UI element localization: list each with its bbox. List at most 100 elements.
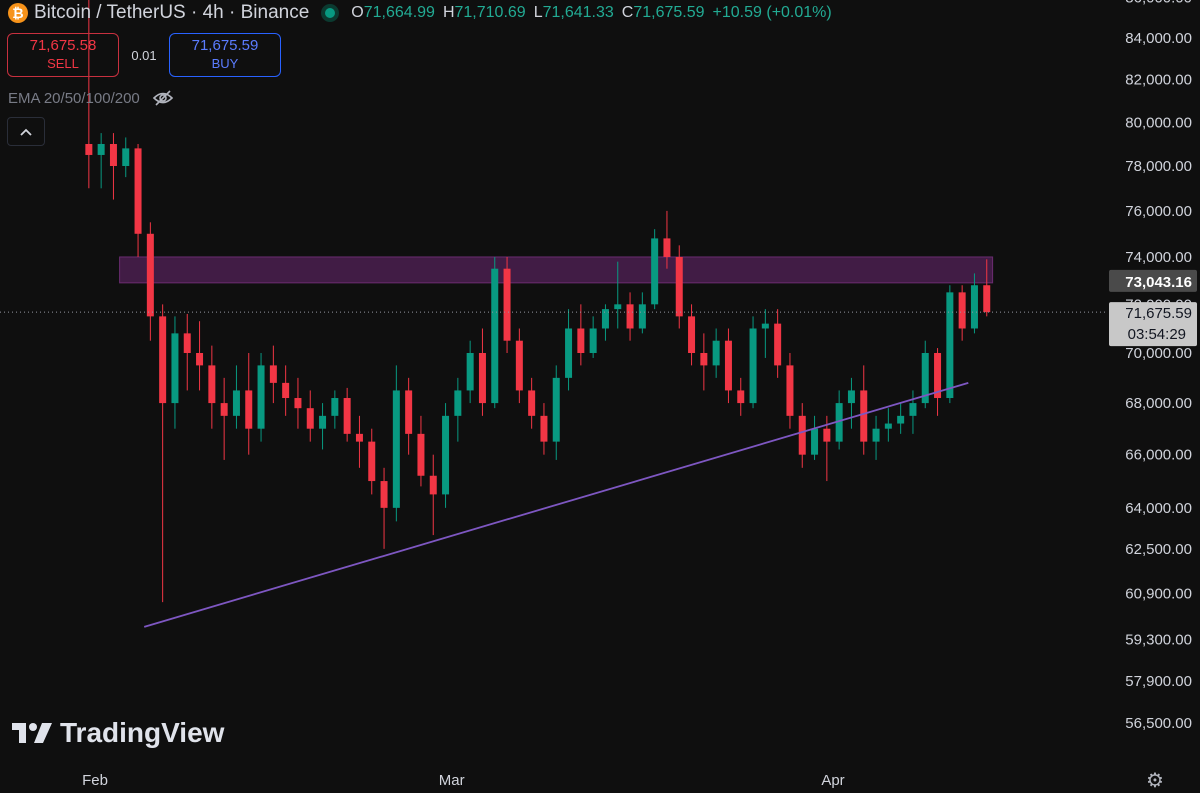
candle-body <box>651 238 659 305</box>
tradingview-logo-icon <box>12 723 52 743</box>
candle-body <box>478 353 486 404</box>
candle-body <box>257 365 265 429</box>
symbol-title[interactable]: Bitcoin / TetherUS · 4h · Binance <box>34 2 309 24</box>
buy-label: BUY <box>211 56 239 71</box>
y-tick-label: 60,900.00 <box>1125 586 1192 603</box>
high-value: 71,710.69 <box>454 4 526 21</box>
y-tick-label: 80,000.00 <box>1125 114 1192 131</box>
close-key: C <box>621 4 634 21</box>
trade-panel: 71,675.58 SELL 0.01 71,675.59 BUY <box>7 33 281 77</box>
y-tick-label: 82,000.00 <box>1125 72 1192 89</box>
candle-body <box>946 292 954 399</box>
candle-body <box>109 143 117 167</box>
candle-body <box>368 441 376 482</box>
bar-countdown: 03:54:29 <box>1128 326 1186 343</box>
candle-body <box>688 316 696 353</box>
y-tick-label: 59,300.00 <box>1125 632 1192 649</box>
candle-body <box>675 256 683 317</box>
candle-body <box>85 143 93 155</box>
zone-price-label: 73,043.16 <box>1125 274 1192 291</box>
candle-body <box>159 316 167 404</box>
candle-body <box>466 353 474 391</box>
candle-body <box>737 390 745 404</box>
y-tick-label: 86,000.00 <box>1125 0 1192 6</box>
buy-price: 71,675.59 <box>191 37 259 54</box>
gear-icon[interactable]: ⚙ <box>1146 768 1164 793</box>
x-tick-label: Mar <box>439 772 465 789</box>
candle-body <box>823 428 831 442</box>
market-status-icon <box>325 8 336 18</box>
candle-body <box>97 143 105 155</box>
candle-body <box>663 238 671 257</box>
price-chart[interactable]: 86,000.00 84,000.00 82,000.00 80,000.00 78,0… <box>0 0 1200 791</box>
x-tick-label: Apr <box>821 772 844 789</box>
candle-body <box>958 292 966 329</box>
y-tick-label: 57,900.00 <box>1125 673 1192 690</box>
y-tick-label: 74,000.00 <box>1125 249 1192 266</box>
candle-body <box>872 428 880 442</box>
candle-body <box>909 403 917 416</box>
candle-body <box>208 365 216 404</box>
eye-off-icon[interactable] <box>152 89 174 107</box>
candle-body <box>798 415 806 455</box>
candle-body <box>429 475 437 495</box>
candle-body <box>417 433 425 476</box>
candle-body <box>528 390 536 416</box>
y-tick-label: 76,000.00 <box>1125 203 1192 220</box>
candle-body <box>860 390 868 442</box>
candle-body <box>884 423 892 429</box>
open-value: 71,664.99 <box>363 4 435 21</box>
y-tick-label: 84,000.00 <box>1125 30 1192 47</box>
sell-price: 71,675.58 <box>29 37 97 54</box>
candle-body <box>983 285 991 313</box>
buy-button[interactable]: 71,675.59 BUY <box>169 33 281 77</box>
close-value: 71,675.59 <box>633 4 705 21</box>
candle-body <box>220 403 228 416</box>
sell-label: SELL <box>47 56 79 71</box>
ohlc-values: O71,664.99 H71,710.69 L71,641.33 C71,675… <box>351 4 831 22</box>
candle-body <box>491 268 499 404</box>
candle-body <box>811 428 819 455</box>
candle-body <box>638 304 646 329</box>
candle-body <box>577 328 585 353</box>
candle-body <box>196 353 204 366</box>
indicator-label: EMA 20/50/100/200 <box>8 89 140 107</box>
chevron-up-icon <box>20 128 32 136</box>
candle-body <box>269 365 277 383</box>
y-tick-label: 56,500.00 <box>1125 715 1192 732</box>
x-tick-label: Feb <box>82 772 108 789</box>
candle-body <box>601 309 609 329</box>
candle-body <box>749 328 757 404</box>
candle-body <box>540 415 548 442</box>
y-tick-label: 78,000.00 <box>1125 158 1192 175</box>
candle-body <box>392 390 400 508</box>
candle-body <box>970 285 978 329</box>
symbol-header: ₿ Bitcoin / TetherUS · 4h · Binance O71,… <box>8 2 832 24</box>
candle-body <box>331 398 339 416</box>
logo-text: TradingView <box>60 717 225 748</box>
candle-body <box>589 328 597 353</box>
spread: 0.01 <box>131 47 157 63</box>
high-key: H <box>442 4 455 21</box>
tradingview-logo[interactable]: TradingView <box>12 717 224 749</box>
last-price-label: 71,675.59 <box>1125 305 1192 322</box>
open-key: O <box>351 4 364 21</box>
candle-body <box>786 365 794 416</box>
candle-body <box>183 333 191 353</box>
candle-body <box>319 415 327 429</box>
collapse-legend-button[interactable] <box>7 117 45 146</box>
candle-body <box>134 148 142 234</box>
y-tick-label: 66,000.00 <box>1125 447 1192 464</box>
candle-body <box>232 390 240 416</box>
candle-body <box>724 340 732 391</box>
y-tick-label: 68,000.00 <box>1125 395 1192 412</box>
candle-body <box>847 390 855 404</box>
sell-button[interactable]: 71,675.58 SELL <box>7 33 119 77</box>
candle-body <box>552 377 560 442</box>
candle-body <box>700 353 708 366</box>
indicator-legend[interactable]: EMA 20/50/100/200 <box>8 89 174 107</box>
candle-body <box>146 233 154 317</box>
candle-body <box>442 415 450 495</box>
candle-body <box>282 382 290 399</box>
candle-body <box>515 340 523 391</box>
